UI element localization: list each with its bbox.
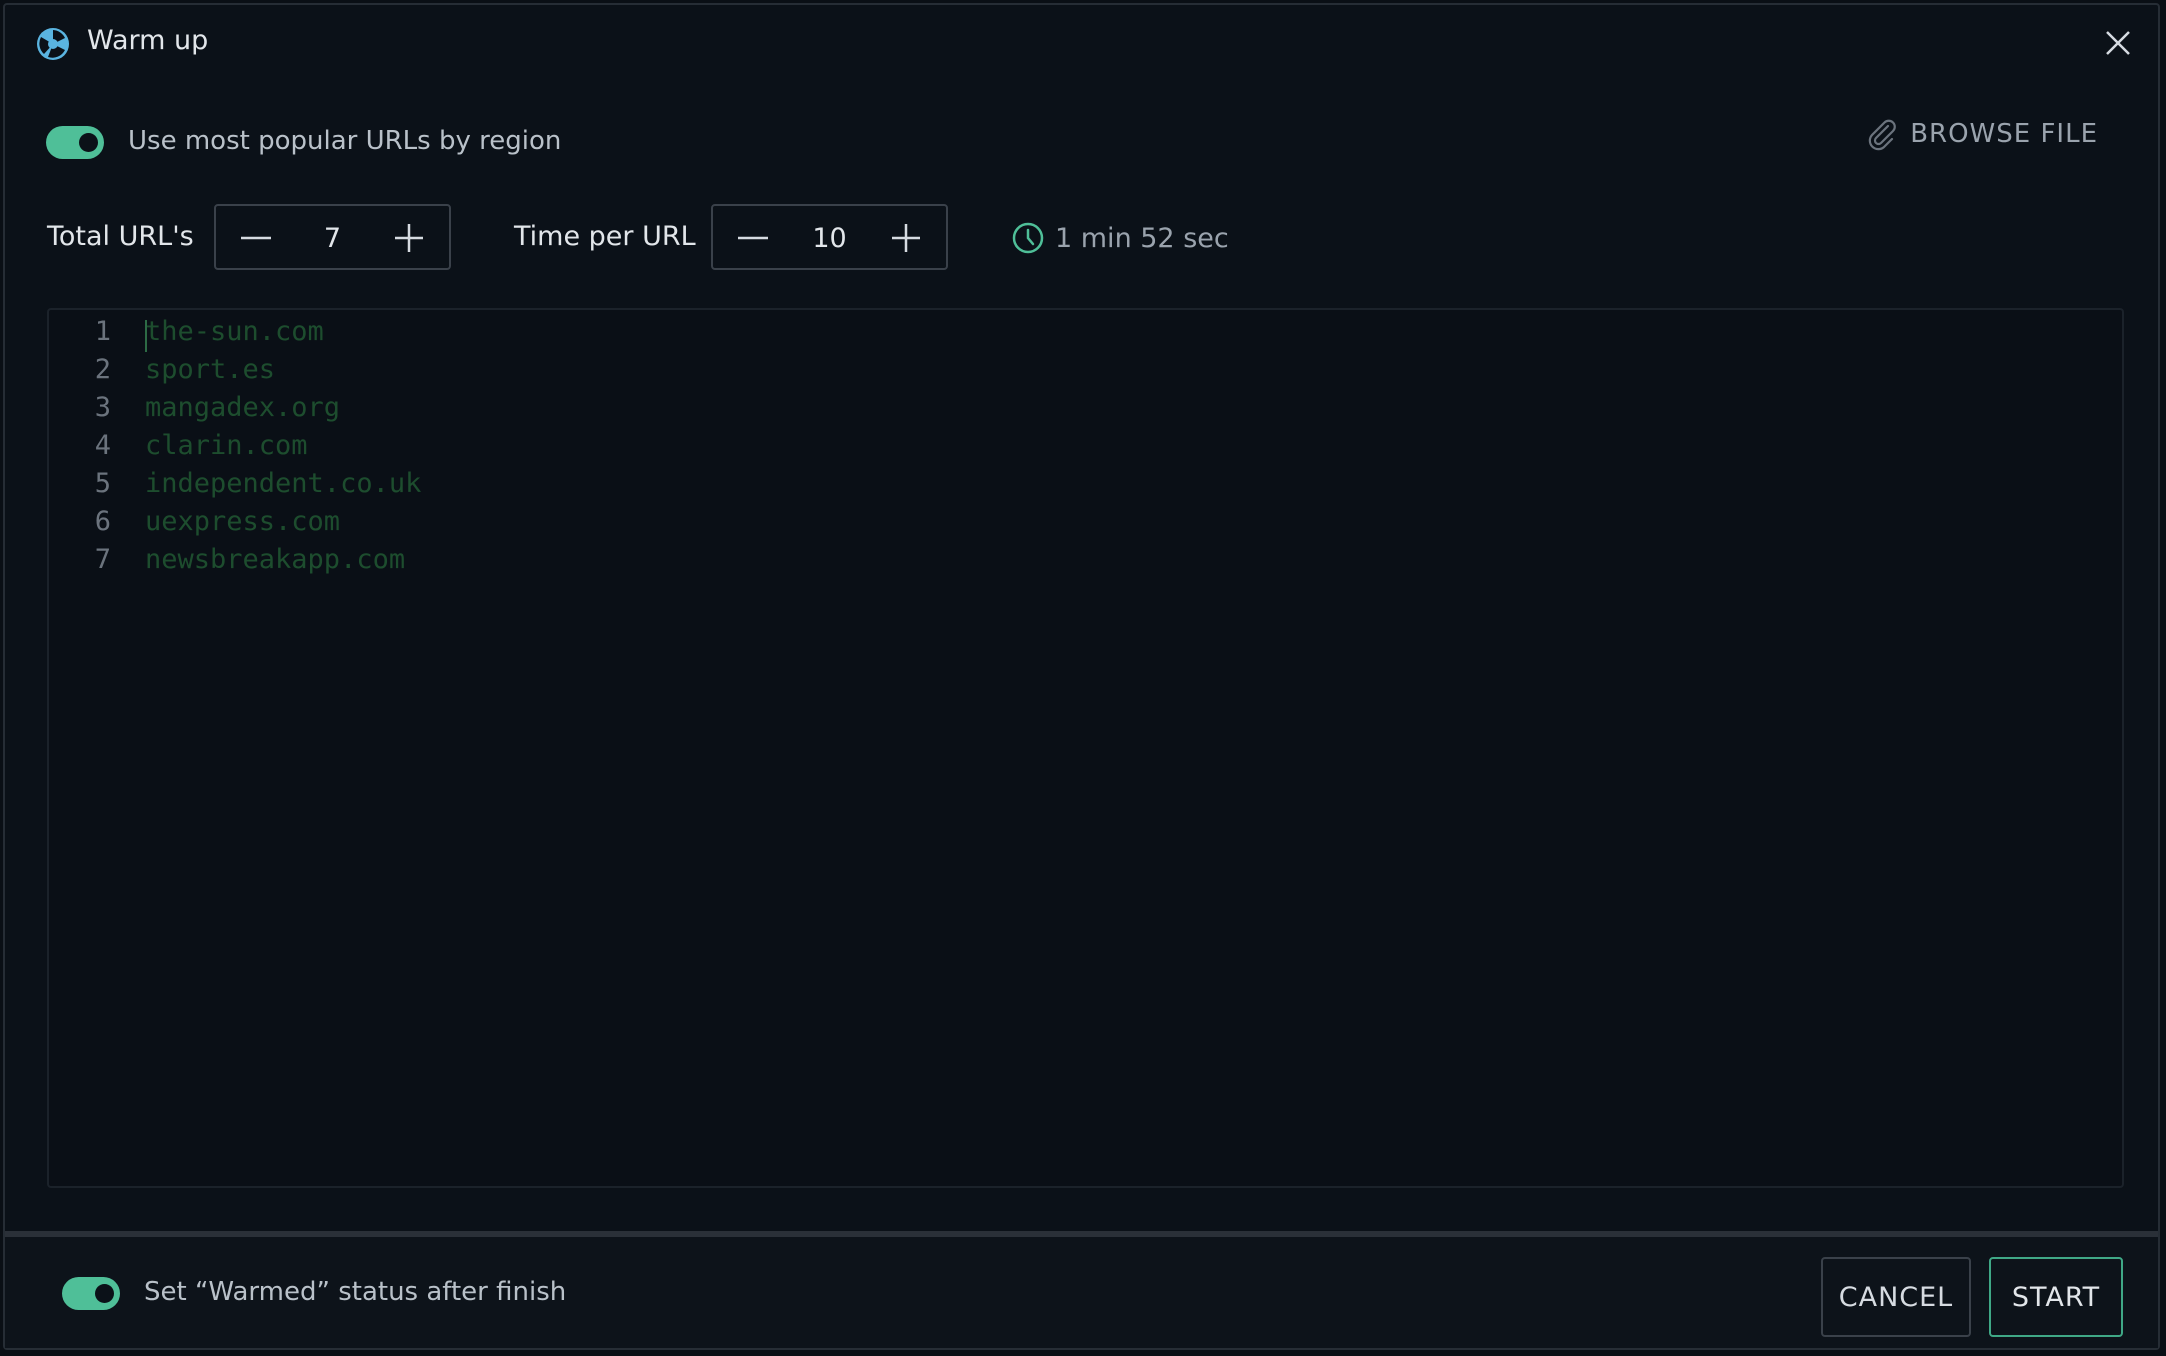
decrement-icon[interactable] [238, 220, 274, 256]
line-number: 6 [94, 506, 111, 537]
popular-urls-label: Use most popular URLs by region [128, 126, 562, 156]
total-urls-label: Total URL's [47, 221, 194, 252]
increment-icon[interactable] [391, 220, 427, 256]
text-cursor [145, 320, 147, 352]
duration-text: 1 min 52 sec [1055, 222, 1229, 254]
estimated-duration: 1 min 52 sec [1011, 221, 1229, 255]
toggle-knob [79, 133, 98, 152]
warmed-status-label: Set “Warmed” status after finish [144, 1277, 567, 1307]
line-number: 4 [94, 430, 111, 461]
popular-urls-toggle[interactable] [46, 126, 104, 159]
title-bar: Warm up [5, 5, 2158, 81]
line-number: 3 [94, 392, 111, 423]
dialog-title: Warm up [87, 25, 209, 56]
url-text: uexpress.com [145, 506, 341, 537]
line-number: 5 [94, 468, 111, 499]
warmed-status-toggle[interactable] [62, 1277, 120, 1310]
url-text: clarin.com [145, 430, 308, 461]
increment-icon[interactable] [888, 220, 924, 256]
dialog-footer: Set “Warmed” status after finish CANCEL … [5, 1237, 2158, 1348]
url-text: sport.es [145, 354, 276, 385]
app-logo-icon [37, 28, 69, 60]
url-text: the-sun.com [145, 316, 324, 347]
warm-up-dialog: Warm up Use most popular URLs by region … [3, 3, 2160, 1350]
editor-line: 4 clarin.com [49, 430, 2122, 468]
time-per-url-label: Time per URL [514, 221, 696, 252]
browse-file-label: BROWSE FILE [1910, 119, 2098, 149]
paperclip-icon [1868, 119, 1896, 151]
cancel-button[interactable]: CANCEL [1821, 1257, 1971, 1337]
line-number: 2 [94, 354, 111, 385]
url-text: mangadex.org [145, 392, 341, 423]
total-urls-stepper: 7 [214, 204, 451, 270]
editor-line: 7 newsbreakapp.com [49, 544, 2122, 582]
line-number: 1 [94, 316, 111, 347]
time-per-url-value[interactable]: 10 [773, 223, 886, 254]
browse-file-button[interactable]: BROWSE FILE [1866, 117, 2098, 151]
decrement-icon[interactable] [735, 220, 771, 256]
editor-line: 6 uexpress.com [49, 506, 2122, 544]
url-list-editor[interactable]: 1 the-sun.com 2 sport.es 3 mangadex.org … [47, 308, 2124, 1188]
start-button[interactable]: START [1989, 1257, 2123, 1337]
editor-line: 2 sport.es [49, 354, 2122, 392]
time-per-url-stepper: 10 [711, 204, 948, 270]
line-number: 7 [94, 544, 111, 575]
toggle-knob [95, 1284, 114, 1303]
clock-icon [1012, 222, 1044, 254]
editor-line: 1 the-sun.com [49, 316, 2122, 354]
total-urls-value[interactable]: 7 [276, 223, 389, 254]
url-text: newsbreakapp.com [145, 544, 406, 575]
editor-line: 3 mangadex.org [49, 392, 2122, 430]
editor-line: 5 independent.co.uk [49, 468, 2122, 506]
url-text: independent.co.uk [145, 468, 422, 499]
close-icon[interactable] [2102, 27, 2134, 59]
